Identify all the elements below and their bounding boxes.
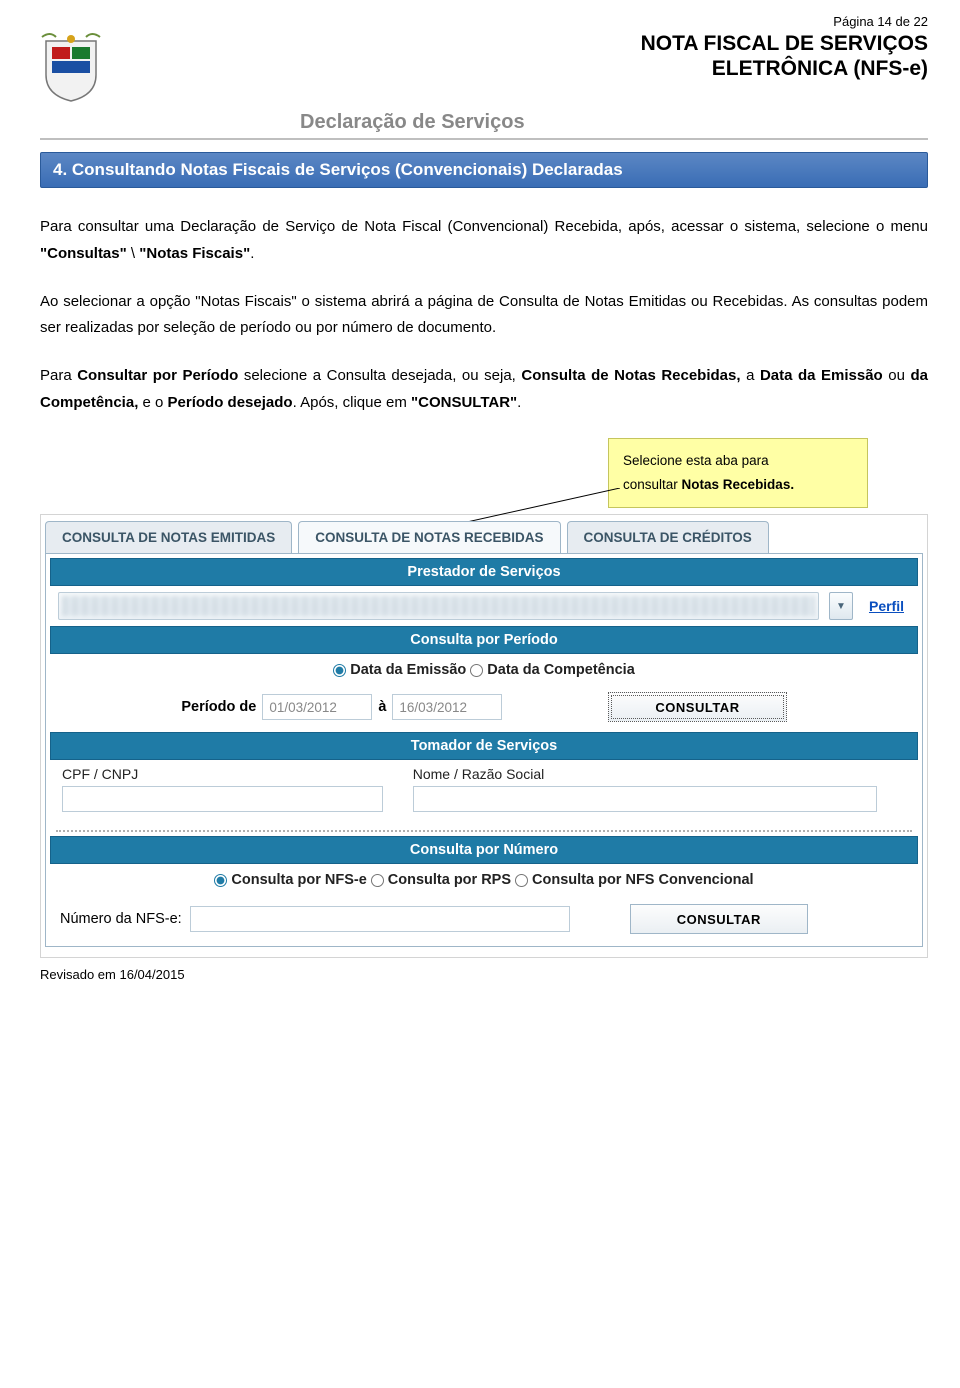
radio-input[interactable] <box>470 664 483 677</box>
text-bold: Data da Emissão <box>760 367 883 384</box>
label-nome-razao: Nome / Razão Social <box>413 766 877 782</box>
radio-label: Data da Competência <box>487 662 634 678</box>
paragraph-2: Ao selecionar a opção "Notas Fiscais" o … <box>40 289 928 342</box>
dropdown-icon[interactable]: ▼ <box>829 592 853 620</box>
tab-creditos[interactable]: CONSULTA DE CRÉDITOS <box>567 521 769 553</box>
nome-razao-input[interactable] <box>413 786 877 812</box>
numero-nfse-input[interactable] <box>190 906 570 932</box>
text: e o <box>138 394 167 411</box>
paragraph-1: Para consultar uma Declaração de Serviço… <box>40 214 928 267</box>
text: a <box>741 367 760 384</box>
text: . <box>250 245 254 262</box>
date-from-input[interactable] <box>262 694 372 720</box>
radio-label: Data da Emissão <box>350 662 466 678</box>
page-number: Página 14 de 22 <box>40 14 928 29</box>
text: selecione a Consulta desejada, ou seja, <box>238 367 521 384</box>
consultar-numero-button[interactable]: CONSULTAR <box>630 904 808 934</box>
radio-nfs-convencional[interactable]: Consulta por NFS Convencional <box>515 872 754 888</box>
header: NOTA FISCAL DE SERVIÇOS ELETRÔNICA (NFS-… <box>40 31 928 134</box>
radio-label: Consulta por NFS-e <box>231 872 366 888</box>
panel: Prestador de Serviços ▼ Perfil Consulta … <box>45 553 923 947</box>
band-tomador: Tomador de Serviços <box>50 732 918 760</box>
consultar-periodo-button[interactable]: CONSULTAR <box>608 692 786 722</box>
prestador-row: ▼ Perfil <box>50 586 918 626</box>
prestador-select[interactable] <box>58 592 819 620</box>
text: . Após, clique em <box>293 394 411 411</box>
text: Para <box>40 367 77 384</box>
callout-line: Selecione esta aba para <box>623 449 853 473</box>
text-bold: "CONSULTAR" <box>411 394 517 411</box>
dotted-separator <box>56 830 912 832</box>
text-bold: Período desejado <box>168 394 293 411</box>
text-bold: "Consultas" <box>40 245 127 262</box>
divider <box>40 138 928 140</box>
coat-of-arms-icon <box>40 31 102 103</box>
callout-line: consultar Notas Recebidas. <box>623 473 853 497</box>
radio-input[interactable] <box>371 874 384 887</box>
label-numero-nfse: Número da NFS-e: <box>60 911 182 927</box>
radio-row-periodo: Data da Emissão Data da Competência <box>50 654 918 686</box>
cpf-cnpj-input[interactable] <box>62 786 383 812</box>
text: . <box>517 394 521 411</box>
radio-input[interactable] <box>214 874 227 887</box>
text: Para consultar uma Declaração de Serviço… <box>40 218 928 235</box>
text-bold: Notas Recebidas. <box>682 477 795 492</box>
tab-notas-recebidas[interactable]: CONSULTA DE NOTAS RECEBIDAS <box>298 521 560 553</box>
text-bold: Consulta de Notas Recebidas, <box>521 367 740 384</box>
band-prestador: Prestador de Serviços <box>50 558 918 586</box>
band-numero: Consulta por Número <box>50 836 918 864</box>
footer-revised: Revisado em 16/04/2015 <box>40 967 185 982</box>
radio-label: Consulta por RPS <box>388 872 511 888</box>
tab-bar: CONSULTA DE NOTAS EMITIDAS CONSULTA DE N… <box>41 515 927 553</box>
tomador-labels: CPF / CNPJ Nome / Razão Social <box>50 760 918 784</box>
text: consultar <box>623 477 682 492</box>
text: \ <box>127 245 140 262</box>
periodo-row: Período de à CONSULTAR <box>50 686 918 732</box>
band-periodo: Consulta por Período <box>50 626 918 654</box>
callout-note: Selecione esta aba para consultar Notas … <box>608 438 868 509</box>
date-to-input[interactable] <box>392 694 502 720</box>
radio-input[interactable] <box>515 874 528 887</box>
text: ou <box>883 367 911 384</box>
perfil-link[interactable]: Perfil <box>863 598 910 614</box>
text-bold: Consultar por Período <box>77 367 238 384</box>
radio-data-emissao[interactable]: Data da Emissão <box>333 662 466 678</box>
label-cpf-cnpj: CPF / CNPJ <box>62 766 383 782</box>
paragraph-3: Para Consultar por Período selecione a C… <box>40 363 928 416</box>
text-bold: "Notas Fiscais" <box>139 245 250 262</box>
radio-label: Consulta por NFS Convencional <box>532 872 754 888</box>
radio-data-competencia[interactable]: Data da Competência <box>470 662 634 678</box>
radio-input[interactable] <box>333 664 346 677</box>
document-title: NOTA FISCAL DE SERVIÇOS ELETRÔNICA (NFS-… <box>120 31 928 81</box>
app-screenshot: CONSULTA DE NOTAS EMITIDAS CONSULTA DE N… <box>40 514 928 958</box>
radio-nfse[interactable]: Consulta por NFS-e <box>214 872 366 888</box>
section-heading: 4. Consultando Notas Fiscais de Serviços… <box>40 152 928 188</box>
tab-notas-emitidas[interactable]: CONSULTA DE NOTAS EMITIDAS <box>45 521 292 553</box>
document-subtitle: Declaração de Serviços <box>300 111 928 134</box>
radio-row-numero: Consulta por NFS-e Consulta por RPS Cons… <box>50 864 918 896</box>
tomador-inputs <box>50 784 918 826</box>
radio-rps[interactable]: Consulta por RPS <box>371 872 511 888</box>
label-periodo-de: Período de <box>181 699 256 715</box>
label-periodo-a: à <box>378 699 386 715</box>
numero-row: Número da NFS-e: CONSULTAR <box>50 896 918 942</box>
